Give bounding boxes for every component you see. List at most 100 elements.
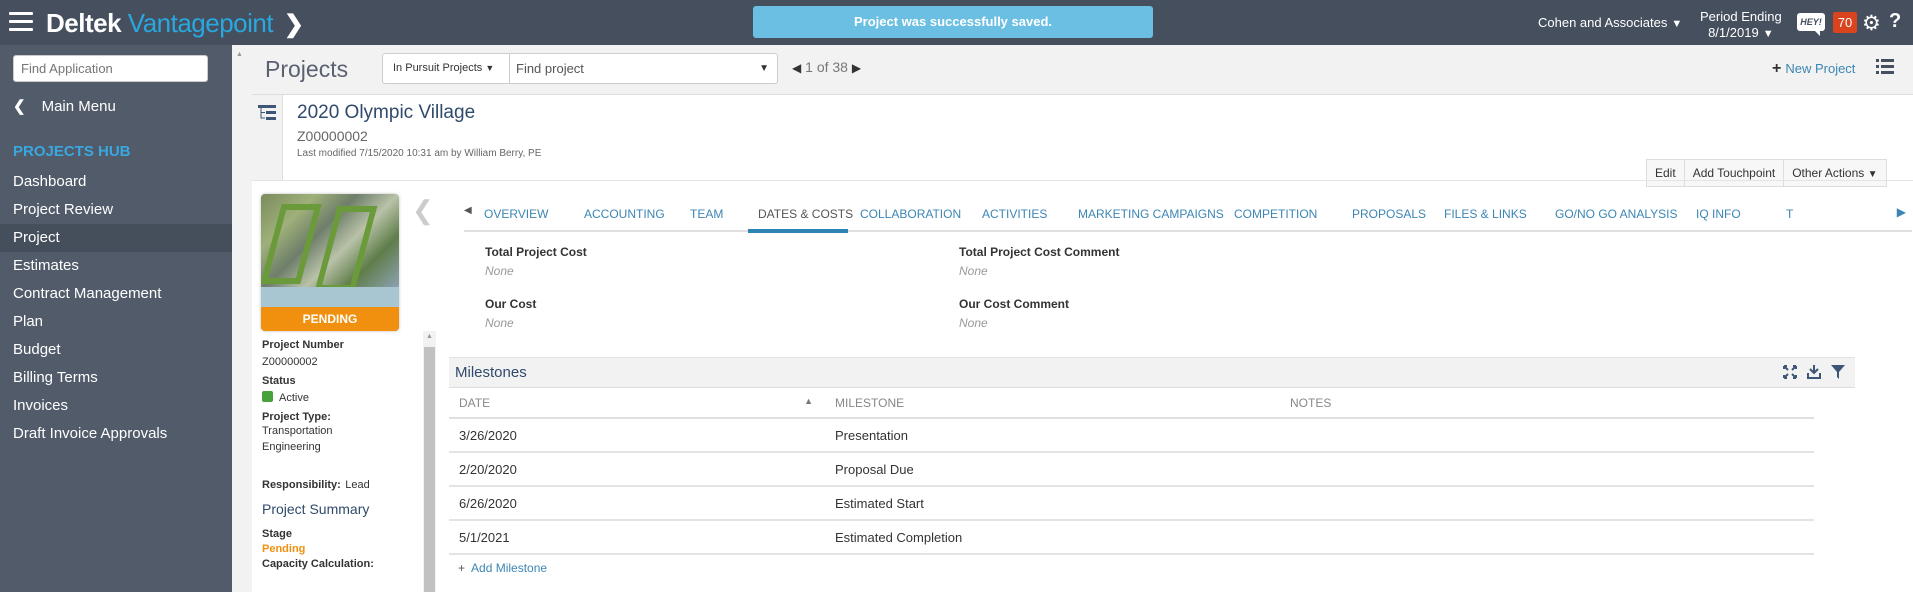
cell-notes [1280, 486, 1814, 521]
export-download-icon[interactable] [1807, 365, 1821, 379]
active-tab-indicator [748, 229, 848, 233]
period-label: Period Ending [1700, 9, 1782, 24]
tab-accounting[interactable]: ACCOUNTING [584, 207, 665, 221]
status-value: Active [279, 392, 309, 404]
dropdown-arrow-icon: ▼ [485, 63, 495, 73]
project-filter-dropdown[interactable]: In Pursuit Projects ▼ [382, 53, 510, 84]
sidebar-item-contract-management[interactable]: Contract Management [0, 280, 232, 308]
list-view-icon[interactable] [1876, 59, 1894, 74]
sidebar-item-project-review[interactable]: Project Review [0, 196, 232, 224]
tab-collaboration[interactable]: COLLABORATION [860, 207, 961, 221]
table-row[interactable]: 3/26/2020 Presentation [449, 418, 1814, 453]
plus-icon: + [458, 561, 466, 575]
dropdown-arrow-icon: ▼ [1671, 18, 1683, 30]
hierarchy-icon[interactable] [258, 105, 278, 121]
add-milestone-link[interactable]: + Add Milestone [449, 561, 1855, 575]
sidebar-item-estimates[interactable]: Estimates [0, 252, 232, 280]
new-project-button[interactable]: + New Project [1772, 60, 1855, 78]
tab-team[interactable]: TEAM [690, 207, 723, 221]
sidebar-item-draft-invoice-approvals[interactable]: Draft Invoice Approvals [0, 420, 232, 448]
tabs-scroll-right-icon[interactable]: ▶ [1897, 205, 1906, 219]
our-cost-value[interactable]: None [485, 316, 536, 330]
edit-button[interactable]: Edit [1647, 160, 1685, 186]
filter-icon[interactable] [1831, 365, 1845, 379]
our-cost-comment-value[interactable]: None [959, 316, 1069, 330]
dropdown-arrow-icon[interactable]: ▼ [759, 54, 769, 83]
sidebar-item-dashboard[interactable]: Dashboard [0, 168, 232, 196]
scrollbar-thumb[interactable] [424, 347, 435, 592]
tab-files-links[interactable]: FILES & LINKS [1444, 207, 1527, 221]
tab-iq-info[interactable]: IQ INFO [1696, 207, 1741, 221]
column-header-date[interactable]: DATE ▲ [449, 388, 825, 419]
previous-record-icon[interactable]: ◀ [792, 61, 801, 75]
column-header-notes[interactable]: NOTES [1280, 388, 1814, 419]
cell-date: 2/20/2020 [449, 452, 825, 487]
total-project-cost-comment-value[interactable]: None [959, 264, 1119, 278]
cell-milestone: Estimated Completion [825, 520, 1280, 555]
total-project-cost-value[interactable]: None [485, 264, 587, 278]
capacity-calculation-label: Capacity Calculation: [262, 558, 374, 570]
collapse-panel-chevron-icon[interactable]: ❮ [412, 195, 434, 226]
scroll-up-icon[interactable]: ▲ [236, 51, 243, 58]
dropdown-arrow-icon: ▼ [1867, 169, 1878, 180]
tabs-scroll-left-icon[interactable]: ◀ [464, 205, 472, 216]
top-bar: Deltek Vantagepoint ❯ Project was succes… [0, 0, 1913, 45]
tab-go-no-go-analysis[interactable]: GO/NO GO ANALYSIS [1555, 207, 1677, 221]
hamburger-menu-icon[interactable] [9, 12, 33, 31]
sort-ascending-icon[interactable]: ▲ [804, 396, 813, 406]
our-cost-comment-label: Our Cost Comment [959, 297, 1070, 311]
other-actions-label: Other Actions [1792, 166, 1865, 180]
table-row[interactable]: 6/26/2020 Estimated Start [449, 486, 1814, 521]
record-icon-column [252, 95, 283, 180]
sidebar-item-project[interactable]: Project [0, 224, 232, 252]
other-actions-button[interactable]: Other Actions ▼ [1784, 160, 1885, 186]
pager-total: 38 [832, 59, 848, 75]
hub-title: PROJECTS HUB [13, 143, 131, 160]
our-cost-label: Our Cost [485, 297, 537, 311]
total-project-cost-comment-label: Total Project Cost Comment [959, 245, 1120, 259]
gear-icon[interactable]: ⚙ [1862, 11, 1881, 36]
plus-icon: + [1772, 60, 1782, 77]
notification-badge[interactable]: 70 [1833, 12, 1857, 33]
last-modified: Last modified 7/15/2020 10:31 am by Will… [297, 148, 542, 159]
tab-marketing-campaigns[interactable]: MARKETING CAMPAIGNS [1078, 207, 1224, 221]
tab-overview[interactable]: OVERVIEW [484, 207, 548, 221]
period-selector[interactable]: Period Ending 8/1/2019 ▼ [1700, 9, 1782, 42]
sidebar-item-plan[interactable]: Plan [0, 308, 232, 336]
tab-proposals[interactable]: PROPOSALS [1352, 207, 1426, 221]
total-project-cost-comment-field: Total Project Cost Comment None [959, 245, 1119, 278]
brand-secondary: Vantagepoint [127, 8, 274, 38]
tab-dates-costs[interactable]: DATES & COSTS [758, 207, 853, 221]
main-menu-link[interactable]: ❮ Main Menu [13, 97, 116, 115]
tab-truncated[interactable]: T [1786, 207, 1793, 221]
company-selector[interactable]: Cohen and Associates ▼ [1538, 15, 1682, 30]
chevron-left-icon: ❮ [13, 98, 26, 115]
stage-label: Stage [262, 528, 292, 540]
app-logo[interactable]: Deltek Vantagepoint ❯ [46, 8, 304, 39]
table-row[interactable]: 2/20/2020 Proposal Due [449, 452, 1814, 487]
tab-competition[interactable]: COMPETITION [1234, 207, 1317, 221]
find-project-combobox[interactable]: Find project ▼ [510, 53, 778, 84]
find-application-input[interactable] [13, 55, 208, 82]
next-record-icon[interactable]: ▶ [852, 61, 861, 75]
table-row[interactable]: 5/1/2021 Estimated Completion [449, 520, 1814, 555]
column-header-milestone[interactable]: MILESTONE [825, 388, 1280, 419]
help-icon[interactable]: ? [1889, 10, 1901, 33]
page-title: Projects [265, 56, 349, 82]
hey-chat-icon[interactable]: HEY! [1797, 13, 1825, 36]
add-touchpoint-button[interactable]: Add Touchpoint [1685, 160, 1785, 186]
project-photo[interactable]: PENDING [261, 194, 399, 331]
stage-value: Pending [262, 543, 306, 555]
add-milestone-label: Add Milestone [471, 561, 548, 575]
scroll-up-icon[interactable]: ▲ [423, 331, 436, 340]
expand-icon[interactable] [1783, 365, 1797, 379]
sidebar-item-invoices[interactable]: Invoices [0, 392, 232, 420]
milestones-header: Milestones [449, 357, 1855, 388]
info-panel-scrollbar[interactable]: ▲ [423, 331, 436, 592]
sidebar-item-billing-terms[interactable]: Billing Terms [0, 364, 232, 392]
status-indicator-icon [262, 391, 273, 402]
tab-activities[interactable]: ACTIVITIES [982, 207, 1047, 221]
project-type-line2: Engineering [262, 441, 321, 453]
sidebar: ❮ Main Menu PROJECTS HUB Dashboard Projec… [0, 45, 232, 592]
sidebar-item-budget[interactable]: Budget [0, 336, 232, 364]
